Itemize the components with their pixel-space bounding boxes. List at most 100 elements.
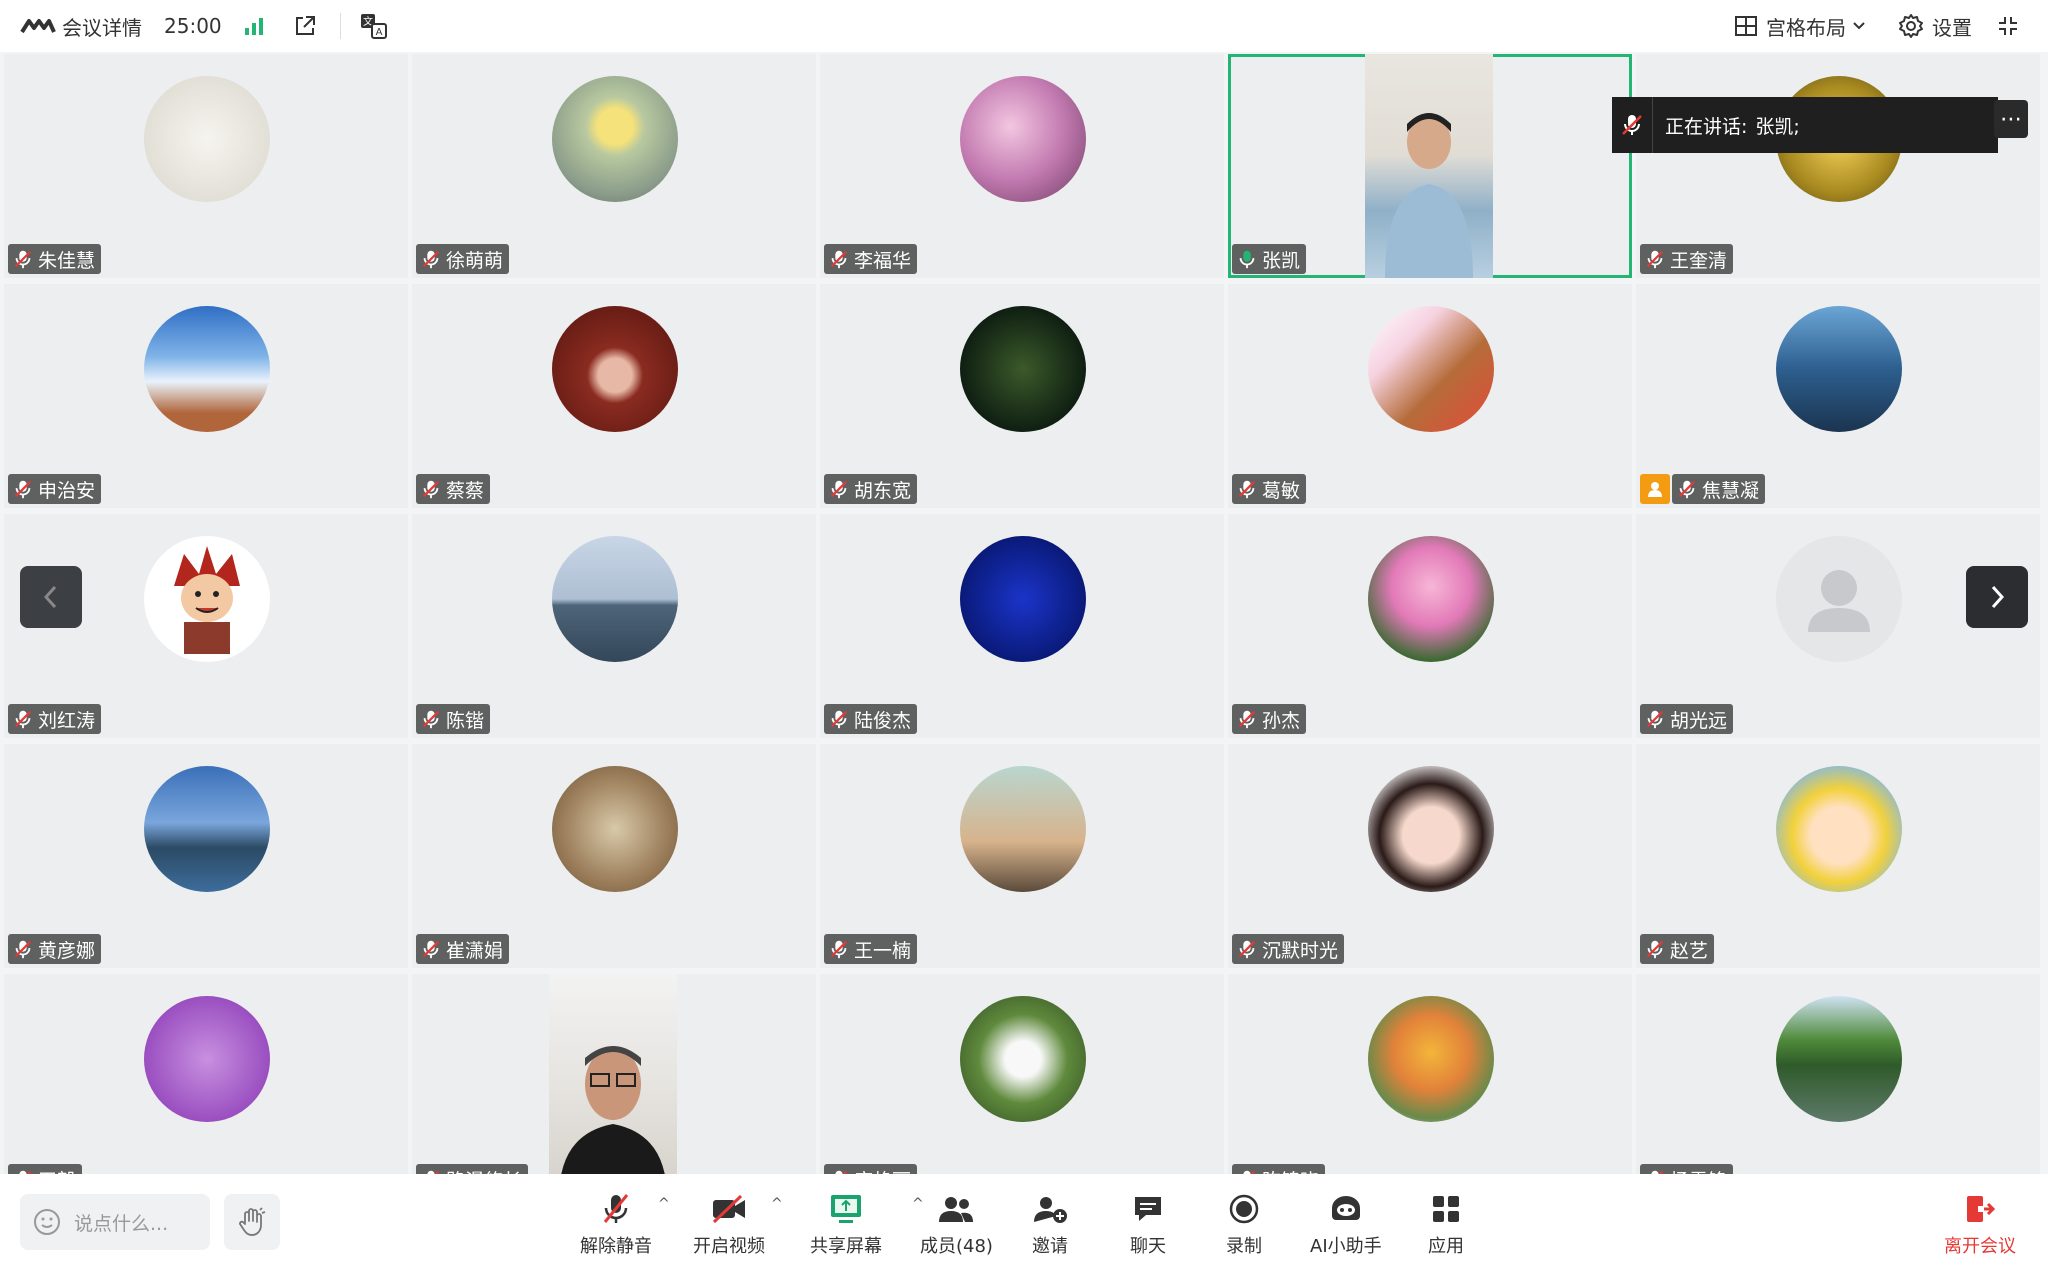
video-off-icon (711, 1192, 747, 1226)
toolbar-label: 开启视频 (693, 1236, 765, 1257)
participant-nametag: 蔡蔡 (416, 474, 491, 504)
participant-name: 申治安 (38, 479, 96, 502)
leave-label: 离开会议 (1944, 1236, 2016, 1257)
leave-meeting-button[interactable]: 离开会议 (1944, 1192, 2016, 1258)
leave-icon (1967, 1196, 1996, 1222)
participant-avatar (144, 996, 270, 1122)
settings-button[interactable]: 设置 (1898, 12, 1972, 41)
participant-tile[interactable]: 蔡蔡 (412, 284, 816, 508)
caret-up-icon[interactable]: ^ (658, 1196, 670, 1212)
participant-nametag: 张凯 (1232, 244, 1307, 274)
participant-name: 沉默时光 (1262, 939, 1339, 962)
speaking-indicator: 正在讲话: 张凯; (1612, 97, 1998, 153)
mic-muted-icon (828, 248, 850, 270)
toolbar-label: 应用 (1428, 1236, 1464, 1257)
members-button[interactable]: 成员(48) (920, 1192, 993, 1258)
participant-tile[interactable]: 徐萌萌 (412, 54, 816, 278)
share-screen-button[interactable]: 共享屏幕 (810, 1192, 882, 1258)
participant-avatar (552, 536, 678, 662)
chat-input[interactable]: 说点什么... (20, 1194, 210, 1250)
chat-button[interactable]: 聊天 (1130, 1192, 1166, 1258)
participant-tile[interactable]: 葛敏 (1228, 284, 1632, 508)
chevron-down-icon (1853, 22, 1865, 30)
participant-tile[interactable]: 王奎清 (1636, 54, 2040, 278)
participant-name: 刘红涛 (38, 709, 96, 732)
participant-tile[interactable]: 路漫悠长 (412, 974, 816, 1198)
participant-tile[interactable]: 焦慧凝 (1636, 284, 2040, 508)
external-link-icon[interactable] (288, 9, 322, 43)
participant-tile[interactable]: 王一楠 (820, 744, 1224, 968)
more-options-button[interactable]: ⋯ (1994, 100, 2028, 138)
participant-video (549, 974, 677, 1198)
layout-label: 宫格布局 (1766, 15, 1846, 40)
invite-icon (1032, 1192, 1068, 1226)
ai-assistant-button[interactable]: AI小助手 (1310, 1192, 1382, 1258)
record-icon (1228, 1192, 1260, 1226)
participant-tile[interactable]: 杨雷锋 (1636, 974, 2040, 1198)
prev-page-button[interactable] (20, 566, 82, 628)
participant-avatar (1368, 536, 1494, 662)
participant-avatar (960, 76, 1086, 202)
participant-nametag: 王奎清 (1640, 244, 1734, 274)
mic-muted-icon (1612, 97, 1653, 153)
caret-up-icon[interactable]: ^ (771, 1196, 783, 1212)
participant-tile[interactable]: 赵艺 (1636, 744, 2040, 968)
participant-avatar (144, 536, 270, 662)
grid-layout-icon (1735, 16, 1757, 36)
translate-icon[interactable]: 文A (357, 9, 391, 43)
participant-nametag: 沉默时光 (1232, 934, 1345, 964)
participant-tile[interactable]: 黄彦娜 (4, 744, 408, 968)
top-bar: 会议详情 25:00 文A 宫格布局 设置 (0, 0, 2048, 52)
participant-name: 张凯 (1262, 249, 1301, 272)
mic-muted-icon (420, 478, 442, 500)
mic-muted-icon (1236, 708, 1258, 730)
collapse-button[interactable] (1996, 14, 2028, 38)
participant-avatar (1776, 306, 1902, 432)
participant-nametag: 赵艺 (1640, 934, 1715, 964)
participant-name: 焦慧凝 (1702, 479, 1760, 502)
unmute-button[interactable]: 解除静音 (580, 1192, 652, 1258)
mic-muted-icon (1644, 938, 1666, 960)
layout-dropdown[interactable]: 宫格布局 (1734, 12, 1874, 41)
toolbar-label: 解除静音 (580, 1236, 652, 1257)
participant-avatar (144, 766, 270, 892)
next-page-button[interactable] (1966, 566, 2028, 628)
participant-tile[interactable]: 陆俊杰 (820, 514, 1224, 738)
participant-tile[interactable]: 申治安 (4, 284, 408, 508)
toolbar-label: 共享屏幕 (810, 1236, 882, 1257)
ai-assistant-icon (1328, 1192, 1364, 1226)
participant-avatar (144, 306, 270, 432)
participant-nametag: 陆俊杰 (824, 704, 918, 734)
apps-button[interactable]: 应用 (1428, 1192, 1464, 1258)
participant-name: 胡东宽 (854, 479, 912, 502)
participant-tile[interactable]: 张凯 (1228, 54, 1632, 278)
participant-tile[interactable]: 陈锴 (412, 514, 816, 738)
participant-tile[interactable]: 沉默时光 (1228, 744, 1632, 968)
signal-icon[interactable] (238, 9, 272, 43)
participant-tile[interactable]: 崔潇娟 (412, 744, 816, 968)
start-video-button[interactable]: 开启视频 (693, 1192, 765, 1258)
toolbar-label: 聊天 (1130, 1236, 1166, 1257)
participant-nametag: 黄彦娜 (8, 934, 102, 964)
speaking-label: 正在讲话: (1665, 115, 1748, 138)
participant-tile[interactable]: 陈锦晓 (1228, 974, 1632, 1198)
meeting-details-link[interactable]: 会议详情 (62, 12, 142, 41)
record-button[interactable]: 录制 (1226, 1192, 1262, 1258)
participant-tile[interactable]: 朱佳慧 (4, 54, 408, 278)
raise-hand-button[interactable] (224, 1194, 280, 1250)
participant-avatar (144, 76, 270, 202)
participant-tile[interactable]: 孙杰 (1228, 514, 1632, 738)
participant-tile[interactable]: 李福华 (820, 54, 1224, 278)
participant-tile[interactable]: 王毅 (4, 974, 408, 1198)
mic-muted-icon (1676, 478, 1698, 500)
participant-name: 葛敏 (1262, 479, 1301, 502)
invite-button[interactable]: 邀请 (1032, 1192, 1068, 1258)
participant-tile[interactable]: 胡东宽 (820, 284, 1224, 508)
mic-on-icon (1236, 248, 1258, 270)
participant-tile[interactable]: 麻艳丽 (820, 974, 1224, 1198)
collapse-icon (1999, 17, 2017, 35)
mic-muted-icon (1236, 938, 1258, 960)
participant-avatar (1368, 766, 1494, 892)
bottom-toolbar: 说点什么... 解除静音 ^ 开启视频 ^ 共享屏幕 ^ 成员(48) 邀请 聊天 录制 AI小助手… (0, 1174, 2048, 1270)
participant-name: 赵艺 (1670, 939, 1709, 962)
